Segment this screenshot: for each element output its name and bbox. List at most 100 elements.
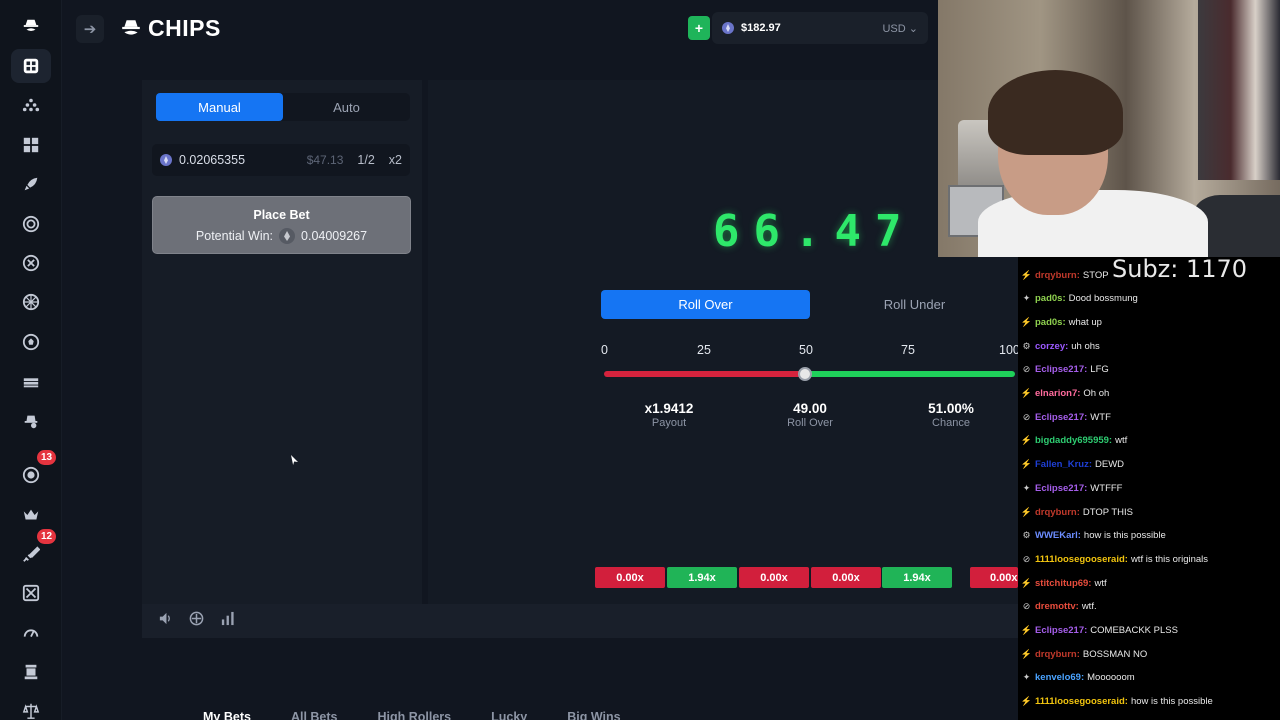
wheel-icon (22, 293, 40, 311)
chat-username[interactable]: 1111loosegooseraid: (1035, 696, 1128, 707)
chat-username[interactable]: drqyburn: (1035, 649, 1080, 660)
chat-badge-icon: ⚙ (1022, 530, 1031, 541)
dice-game-area (428, 80, 1020, 604)
app-root: 13 12 ➔ CHIPS + $182.97 USD ⌄ Manual Aut… (0, 0, 1280, 720)
chat-badge-icon: ⚡ (1020, 625, 1033, 635)
tab-roll-over[interactable]: Roll Over (601, 290, 810, 319)
chat-message: ✦ pad0s: Dood bossmung (1021, 292, 1138, 306)
chat-username[interactable]: pad0s: (1035, 293, 1066, 304)
chat-badge-icon: ⚙ (1022, 340, 1031, 351)
double-bet-button[interactable]: x2 (389, 153, 402, 167)
sidebar: 13 12 (0, 0, 62, 720)
sidebar-item-battles[interactable]: 12 (11, 529, 57, 571)
rewards-badge: 13 (37, 450, 57, 465)
chat-username[interactable]: bigdaddy695959: (1035, 435, 1112, 446)
expand-sidebar-button[interactable]: ➔ (76, 15, 104, 43)
tab-all-bets[interactable]: All Bets (291, 710, 338, 720)
chat-message: ⚙ corzey: uh ohs (1021, 339, 1099, 353)
eth-icon (160, 154, 172, 166)
chat-text: wtf. (1081, 601, 1097, 613)
sidebar-item-keno[interactable] (11, 128, 51, 162)
chat-username[interactable]: elnarion7: (1035, 388, 1080, 399)
history-chip[interactable]: 0.00x (811, 567, 881, 588)
bet-amount-value[interactable]: 0.02065355 (179, 153, 245, 167)
tab-my-bets[interactable]: My Bets (203, 710, 251, 720)
roll-over-value[interactable]: 49.00 (755, 401, 865, 416)
slider-tick-25: 25 (697, 343, 711, 357)
tab-lucky[interactable]: Lucky (491, 710, 527, 720)
chat-message: ⚡ pad0s: what up (1021, 315, 1102, 329)
chat-badge-icon: ✦ (1022, 293, 1031, 304)
tab-big-wins[interactable]: Big Wins (567, 710, 620, 720)
sidebar-item-vip[interactable] (11, 498, 51, 532)
sidebar-item-fairness[interactable] (11, 694, 51, 720)
bet-amount-input[interactable]: 0.02065355 $47.13 1/2 x2 (152, 144, 410, 176)
sidebar-item-mines[interactable] (11, 246, 51, 280)
chat-badge-icon: ⚡ (1020, 269, 1033, 280)
chat-username[interactable]: pad0s: (1035, 317, 1066, 328)
chance-value[interactable]: 51.00% (896, 401, 1006, 416)
chat-badge-icon: ⚡ (1020, 316, 1033, 327)
chat-username[interactable]: Fallen_Kruz: (1035, 459, 1092, 470)
sidebar-item-plinko[interactable] (11, 88, 51, 122)
bets-tabs: My Bets All Bets High Rollers Lucky Big … (203, 710, 661, 720)
history-chip[interactable]: 0.00x (970, 567, 1018, 588)
potential-win: Potential Win: 0.04009267 (153, 228, 410, 244)
sidebar-item-roulette[interactable] (11, 285, 51, 319)
place-bet-button[interactable]: Place Bet Potential Win: 0.04009267 (152, 196, 411, 254)
sidebar-item-originals[interactable] (11, 404, 51, 438)
sidebar-item-cases[interactable] (11, 576, 51, 610)
tab-roll-under[interactable]: Roll Under (810, 290, 1019, 319)
chat-username[interactable]: kenvelo69: (1035, 672, 1084, 683)
chat-username[interactable]: Eclipse217: (1035, 412, 1087, 423)
half-bet-button[interactable]: 1/2 (357, 153, 374, 167)
chance-label: Chance (932, 417, 970, 429)
history-chip[interactable]: 0.00x (739, 567, 809, 588)
sidebar-item-crash[interactable] (11, 167, 51, 201)
sidebar-item-rewards[interactable]: 13 (11, 450, 57, 492)
roll-over-label: Roll Over (787, 417, 833, 429)
chat-badge-icon: ⊘ (1022, 553, 1031, 564)
wallet-balance[interactable]: $182.97 USD ⌄ (712, 12, 928, 44)
sidebar-item-sports[interactable] (11, 325, 51, 359)
chat-badge-icon: ⚡ (1020, 388, 1033, 398)
chat-text: wtf (1094, 577, 1107, 589)
chat-username[interactable]: 1111loosegooseraid: (1035, 554, 1128, 565)
chat-username[interactable]: Eclipse217: (1035, 625, 1087, 636)
gamepad-button[interactable] (189, 611, 204, 631)
history-chip[interactable]: 1.94x (667, 567, 737, 588)
payout-value[interactable]: x1.9412 (614, 401, 724, 416)
history-chip[interactable]: 1.94x (882, 567, 952, 588)
volume-icon (159, 612, 170, 625)
chat-username[interactable]: dremottv: (1035, 601, 1079, 612)
chat-username[interactable]: drqyburn: (1035, 507, 1080, 518)
volume-button[interactable] (158, 611, 173, 631)
currency-select[interactable]: USD ⌄ (882, 22, 918, 35)
chat-username[interactable]: drqyburn: (1035, 270, 1080, 281)
chat-username[interactable]: Eclipse217: (1035, 364, 1087, 375)
history-chip[interactable]: 0.00x (595, 567, 665, 588)
tab-manual[interactable]: Manual (156, 93, 283, 121)
chat-badge-icon: ⊘ (1022, 364, 1031, 375)
deposit-button[interactable]: + (688, 16, 710, 40)
brand-logo[interactable]: CHIPS (120, 12, 221, 44)
chat-text: wtf is this originals (1130, 553, 1209, 565)
chat-username[interactable]: corzey: (1035, 341, 1068, 352)
sidebar-logo-icon[interactable] (11, 9, 51, 43)
chat-username[interactable]: Eclipse217: (1035, 483, 1087, 494)
tab-auto[interactable]: Auto (283, 93, 410, 121)
sidebar-item-hilo[interactable] (11, 655, 51, 689)
sidebar-item-home[interactable] (11, 49, 51, 83)
chat-username[interactable]: WWEKarl: (1035, 530, 1081, 541)
sidebar-item-slots[interactable] (11, 364, 51, 398)
stats-button[interactable] (220, 611, 235, 631)
tab-high-rollers[interactable]: High Rollers (377, 710, 451, 720)
sidebar-item-limbo[interactable] (11, 616, 51, 650)
potential-win-label: Potential Win: (195, 229, 274, 243)
streamer-webcam (938, 0, 1280, 257)
x-circle-icon (22, 254, 40, 272)
chat-username[interactable]: stitchitup69: (1035, 578, 1091, 589)
chat-text: WTF (1090, 411, 1111, 423)
chat-text: BOSSMAN NO (1082, 648, 1148, 660)
sidebar-item-wheel[interactable] (11, 207, 51, 241)
